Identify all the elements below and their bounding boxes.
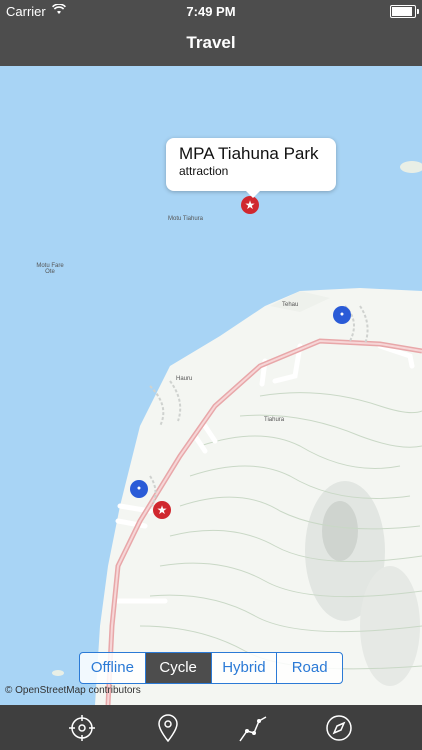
status-bar: Carrier 7:49 PM: [0, 0, 422, 22]
map-type-segmented-control: Offline Cycle Hybrid Road: [79, 652, 343, 684]
compass-icon[interactable]: [324, 713, 354, 743]
header: Carrier 7:49 PM Travel: [0, 0, 422, 66]
locate-icon[interactable]: [67, 713, 97, 743]
attraction-pin[interactable]: ★: [153, 501, 171, 519]
map-label-tiahura: Tiahura: [264, 417, 285, 423]
map-attribution: © OpenStreetMap contributors: [5, 685, 141, 696]
callout-title: MPA Tiahuna Park: [179, 144, 319, 163]
segment-road[interactable]: Road: [277, 653, 342, 683]
segment-offline[interactable]: Offline: [80, 653, 146, 683]
callout-subtitle: attraction: [179, 164, 229, 178]
segment-cycle[interactable]: Cycle: [145, 653, 212, 683]
map-label-hauru: Hauru: [176, 376, 193, 382]
map-label-motu-fare-ote: Motu Fare Ote: [36, 263, 64, 275]
attraction-pin-selected[interactable]: ★: [241, 196, 259, 214]
map-label-tehau: Tehau: [282, 302, 299, 308]
map-callout[interactable]: MPA Tiahuna Park attraction: [166, 138, 336, 198]
map-label-motu-tiahura: Motu Tiahura: [168, 216, 204, 222]
status-time: 7:49 PM: [186, 4, 236, 19]
hotel-pin[interactable]: ●: [333, 306, 351, 324]
route-icon[interactable]: [238, 713, 268, 743]
bottom-toolbar: [0, 705, 422, 750]
hotel-pin[interactable]: ●: [130, 480, 148, 498]
battery-icon: [390, 5, 419, 18]
segment-hybrid[interactable]: Hybrid: [212, 653, 278, 683]
page-title: Travel: [186, 33, 236, 52]
pin-icon[interactable]: [153, 713, 183, 743]
